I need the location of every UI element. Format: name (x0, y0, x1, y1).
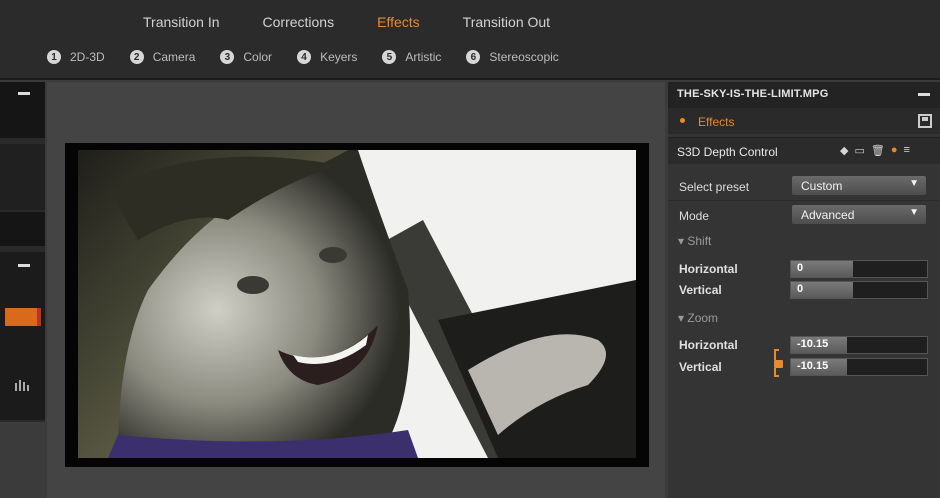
number-6-icon: 6 (466, 50, 481, 64)
tab-transition-out[interactable]: Transition Out (463, 14, 550, 36)
preset-label: Select preset (679, 180, 750, 194)
subtab-label: 2D-3D (70, 50, 105, 64)
effects-panel: THE-SKY-IS-THE-LIMIT.MPG Effects S3D Dep… (668, 82, 940, 498)
subtab-2d-3d[interactable]: 1 2D-3D (47, 50, 105, 64)
number-5-icon: 5 (382, 50, 397, 64)
zoom-group-label: Zoom (687, 311, 719, 325)
category-tabs: Transition In Corrections Effects Transi… (143, 14, 593, 36)
zoom-vertical-value: -10.15 (797, 360, 829, 372)
video-preview[interactable] (78, 150, 636, 458)
top-toolbar: Transition In Corrections Effects Transi… (0, 0, 940, 78)
shift-group-label: Shift (687, 234, 712, 248)
preset-dropdown[interactable]: Custom ▼ (792, 176, 926, 195)
number-4-icon: 4 (297, 50, 312, 64)
mode-row: Mode Advanced ▼ (668, 200, 940, 229)
shift-vertical-slider[interactable]: 0 (790, 281, 928, 299)
effect-subtabs: 1 2D-3D 2 Camera 3 Color 4 Keyers 5 Artistic … (47, 50, 584, 64)
shift-group-header[interactable]: ▾ Shift (678, 234, 711, 248)
menu-icon[interactable]: ≡ (904, 144, 910, 157)
clip-title: THE-SKY-IS-THE-LIMIT.MPG (677, 88, 829, 100)
minimize-icon[interactable] (918, 93, 930, 96)
effect-header: S3D Depth Control ◆ ▭ 🗑 ● ≡ (668, 137, 940, 164)
zoom-horizontal-value: -10.15 (797, 338, 829, 350)
minimize-icon[interactable] (18, 264, 30, 267)
chevron-down-icon: ▼ (909, 178, 919, 189)
effect-name: S3D Depth Control (677, 145, 778, 159)
shift-horizontal-value: 0 (797, 262, 804, 274)
shift-horizontal-slider[interactable]: 0 (790, 260, 928, 278)
zoom-group-header[interactable]: ▾ Zoom (678, 311, 718, 325)
minimize-icon[interactable] (18, 92, 30, 95)
chevron-down-icon: ▼ (909, 207, 919, 218)
subtab-camera[interactable]: 2 Camera (129, 50, 196, 64)
diamond-icon[interactable]: ◆ (840, 144, 848, 157)
save-icon[interactable] (918, 114, 932, 128)
tab-corrections[interactable]: Corrections (263, 14, 335, 36)
subtab-artistic[interactable]: 5 Artistic (382, 50, 441, 64)
left-panel-block (0, 212, 45, 246)
link-lock-icon[interactable] (772, 348, 786, 378)
bullet-icon (680, 118, 685, 123)
number-3-icon: 3 (220, 50, 235, 64)
effects-section-header[interactable]: Effects (668, 108, 940, 134)
trash-icon[interactable]: 🗑 (871, 144, 885, 157)
mode-label: Mode (679, 209, 710, 223)
left-panel-block (0, 144, 45, 210)
subtab-label: Keyers (320, 50, 358, 64)
number-1-icon: 1 (47, 50, 61, 64)
tab-transition-in[interactable]: Transition In (143, 14, 220, 36)
shift-vertical-label: Vertical (679, 283, 722, 297)
left-side-panel (0, 82, 45, 422)
zoom-vertical-slider[interactable]: -10.15 (790, 358, 928, 376)
tab-effects[interactable]: Effects (377, 14, 420, 36)
collapse-block (0, 82, 45, 138)
subtab-color[interactable]: 3 Color (220, 50, 272, 64)
audio-peak-indicator (37, 308, 41, 326)
subtab-label: Color (243, 50, 273, 64)
effect-actions: ◆ ▭ 🗑 ● ≡ (840, 144, 910, 157)
effects-section-label: Effects (698, 115, 735, 129)
image-icon[interactable]: ▭ (854, 144, 864, 157)
subtab-label: Artistic (405, 50, 442, 64)
audio-level-meter (5, 308, 37, 326)
zoom-horizontal-label: Horizontal (679, 338, 738, 352)
toolbar-divider (0, 78, 940, 80)
shift-horizontal-label: Horizontal (679, 262, 738, 276)
subtab-label: Camera (152, 50, 196, 64)
shift-vertical-value: 0 (797, 283, 804, 295)
subtab-stereoscopic[interactable]: 6 Stereoscopic (466, 50, 559, 64)
mode-value: Advanced (801, 208, 855, 222)
preset-value: Custom (801, 179, 843, 193)
audio-mixer-icon[interactable] (13, 377, 31, 396)
number-2-icon: 2 (129, 50, 144, 64)
subtab-keyers[interactable]: 4 Keyers (297, 50, 357, 64)
panel-header: THE-SKY-IS-THE-LIMIT.MPG (668, 82, 940, 108)
subtab-label: Stereoscopic (489, 50, 559, 64)
preset-row: Select preset Custom ▼ (668, 172, 940, 200)
video-frame-image (78, 150, 636, 458)
zoom-horizontal-slider[interactable]: -10.15 (790, 336, 928, 354)
zoom-vertical-label: Vertical (679, 360, 722, 374)
enable-dot-icon[interactable]: ● (891, 144, 898, 157)
mode-dropdown[interactable]: Advanced ▼ (792, 205, 926, 224)
